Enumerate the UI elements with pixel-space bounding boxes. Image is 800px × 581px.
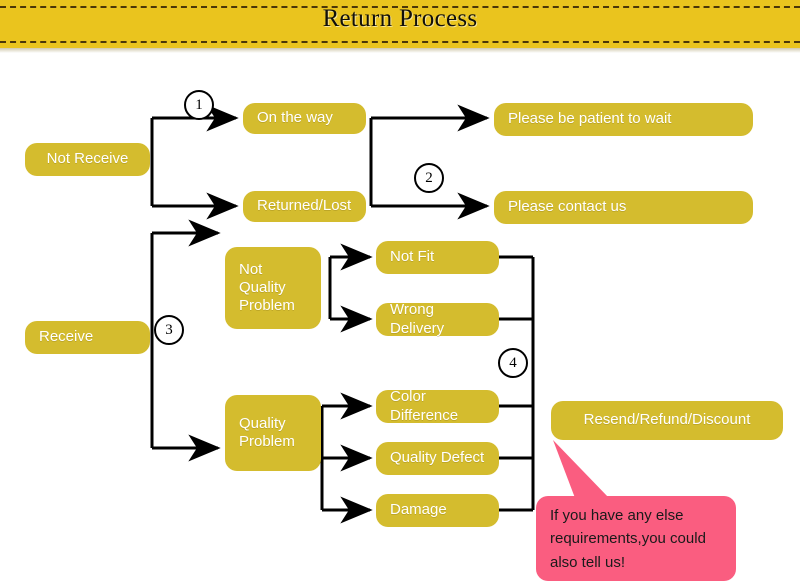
step-marker-2: 2 <box>414 163 444 193</box>
callout-tail <box>553 440 609 498</box>
node-label: Not Quality Problem <box>239 260 295 315</box>
step-label: 2 <box>425 169 433 186</box>
callout-bubble: If you have any else requirements,you co… <box>536 496 736 581</box>
node-color-difference[interactable]: Color Difference <box>376 388 499 424</box>
callout-text: If you have any else requirements,you co… <box>550 507 706 571</box>
node-label: Resend/Refund/Discount <box>583 411 751 429</box>
node-receive[interactable]: Receive <box>25 321 150 354</box>
node-quality-defect[interactable]: Quality Defect <box>376 442 499 475</box>
step-label: 1 <box>195 96 203 113</box>
node-not-receive[interactable]: Not Receive <box>25 143 150 176</box>
node-label: Receive <box>39 328 94 346</box>
node-not-quality-problem[interactable]: Not Quality Problem <box>225 247 321 329</box>
node-label: On the way <box>257 109 333 127</box>
header-banner: Return Process <box>0 0 800 53</box>
node-on-the-way[interactable]: On the way <box>243 103 366 134</box>
return-process-flowchart: Not Receive On the way Returned/Lost Ple… <box>0 53 800 581</box>
node-label: Please contact us <box>508 198 627 216</box>
node-returned-lost[interactable]: Returned/Lost <box>243 191 366 222</box>
node-damage[interactable]: Damage <box>376 494 499 527</box>
node-resend-refund-discount[interactable]: Resend/Refund/Discount <box>551 401 783 440</box>
node-label: Wrong Delivery <box>390 301 445 337</box>
banner-dashed-line-bottom <box>0 41 800 43</box>
node-please-be-patient[interactable]: Please be patient to wait <box>494 103 753 136</box>
node-please-contact-us[interactable]: Please contact us <box>494 191 753 224</box>
page-title: Return Process <box>322 5 478 32</box>
node-label: Returned/Lost <box>257 197 352 215</box>
step-marker-1: 1 <box>184 90 214 120</box>
node-wrong-delivery[interactable]: Wrong Delivery <box>376 301 499 337</box>
step-marker-4: 4 <box>498 348 528 378</box>
step-marker-3: 3 <box>154 315 184 345</box>
node-not-fit[interactable]: Not Fit <box>376 241 499 274</box>
step-label: 4 <box>509 354 517 371</box>
node-label: Quality Problem <box>239 414 295 450</box>
node-label: Damage <box>390 501 447 519</box>
node-quality-problem[interactable]: Quality Problem <box>225 395 321 471</box>
node-label: Not Fit <box>390 248 435 266</box>
node-label: Quality Defect <box>390 449 485 467</box>
node-label: Please be patient to wait <box>508 110 672 128</box>
node-label: Not Receive <box>46 150 129 168</box>
node-label: Color Difference <box>390 388 459 424</box>
step-label: 3 <box>165 321 173 338</box>
